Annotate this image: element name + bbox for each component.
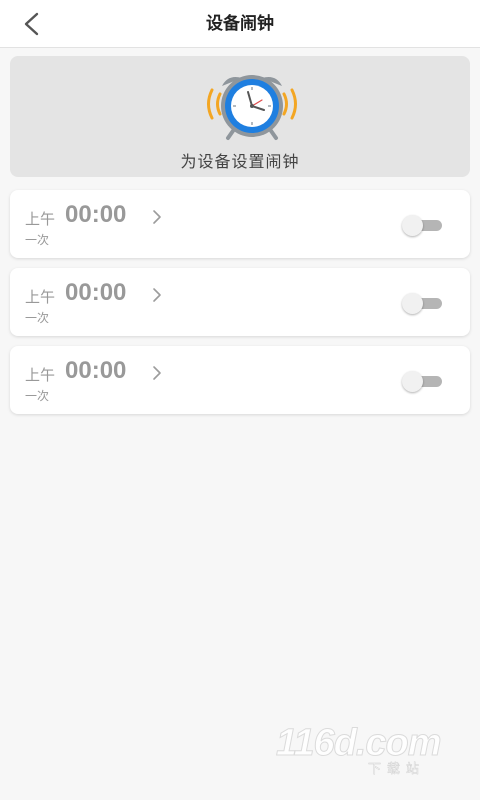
alarm-time: 00:00 — [65, 357, 127, 384]
watermark-sub: 下载站 — [368, 762, 426, 778]
page-title: 设备闹钟 — [206, 14, 274, 34]
alarm-time: 00:00 — [65, 279, 127, 306]
toggle-knob — [402, 293, 423, 314]
toggle-knob — [402, 371, 423, 392]
alarm-repeat: 一次 — [25, 311, 50, 325]
chevron-right-icon — [153, 210, 161, 224]
watermark-logo: 116d.com 下载站 — [275, 722, 456, 782]
alarm-period: 上午 — [25, 366, 56, 384]
alarm-toggle[interactable] — [402, 371, 442, 392]
alarm-period: 上午 — [25, 288, 56, 306]
alarm-period: 上午 — [25, 210, 56, 228]
toggle-knob — [402, 215, 423, 236]
set-alarm-banner[interactable]: 为设备设置闹钟 — [10, 56, 470, 177]
alarm-time: 00:00 — [65, 201, 127, 228]
alarm-item[interactable]: 上午 00:00 一次 — [10, 190, 470, 258]
header-bar: 设备闹钟 — [0, 0, 480, 48]
alarm-clock-icon — [207, 75, 297, 140]
banner-caption: 为设备设置闹钟 — [180, 152, 300, 171]
alarm-repeat: 一次 — [25, 233, 50, 247]
alarm-toggle[interactable] — [402, 215, 442, 236]
alarm-item[interactable]: 上午 00:00 一次 — [10, 346, 470, 414]
chevron-right-icon — [153, 288, 161, 302]
alarm-toggle[interactable] — [402, 293, 442, 314]
chevron-right-icon — [153, 366, 161, 380]
alarm-repeat: 一次 — [25, 389, 50, 403]
alarm-item[interactable]: 上午 00:00 一次 — [10, 268, 470, 336]
alarm-screen: 设备闹钟 为设备设置闹钟 上午 00:00 一次 上午 00:00 一次 上午 … — [0, 0, 480, 800]
